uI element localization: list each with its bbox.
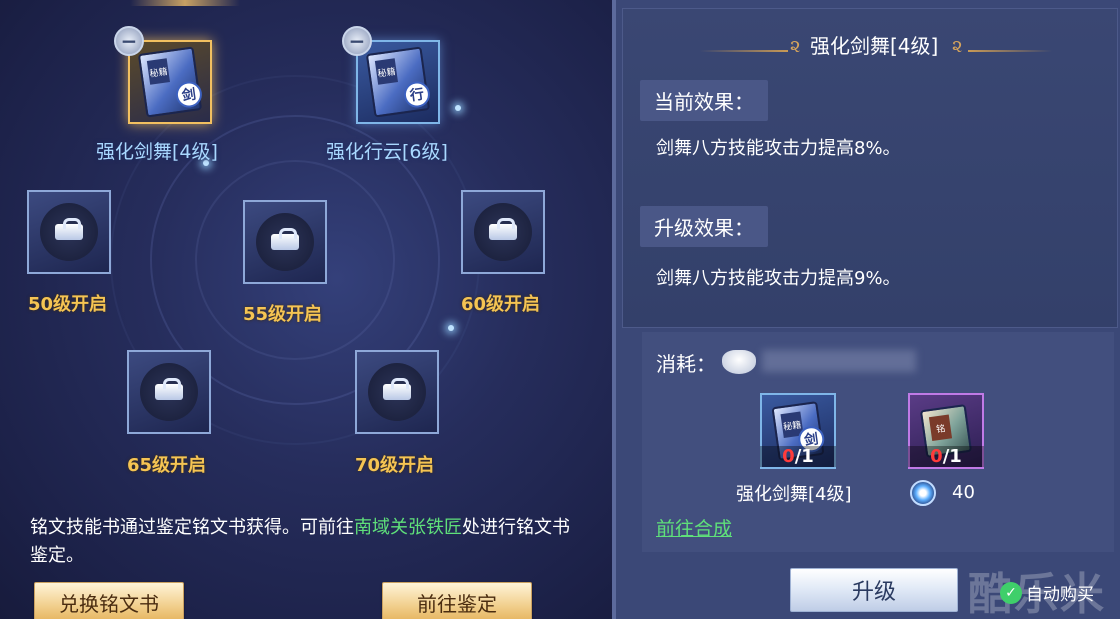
skill-book-icon: 秘籍 行 xyxy=(365,46,432,118)
owned-count: 0 xyxy=(782,446,795,467)
skill-frame: 秘籍 行 xyxy=(356,40,440,124)
cost-label: 消耗： xyxy=(656,352,716,376)
equipped-skill-slot-1[interactable]: 秘籍 剑 − xyxy=(114,26,212,124)
auto-buy-toggle[interactable]: ✓ 自动购买 xyxy=(1000,580,1094,605)
locked-slot-60[interactable] xyxy=(461,190,545,274)
book-tag: 秘籍 xyxy=(146,58,170,85)
rune-slots-panel: 秘籍 剑 − 强化剑舞[4级] 秘籍 行 − 强化行云[6级] 50级开启 55… xyxy=(0,0,612,619)
book-tag: 秘籍 xyxy=(374,58,398,85)
cost-item-skill-book[interactable]: 秘籍 剑 0/1 xyxy=(760,393,836,469)
panel-title: 强化剑舞[4级] xyxy=(810,34,939,58)
lock-circle xyxy=(140,363,198,421)
npc-link[interactable]: 南域关张铁匠 xyxy=(354,517,462,538)
desc-text-1: 铭文技能书通过鉴定铭文书获得。可前往 xyxy=(30,517,354,538)
goto-appraise-button[interactable]: 前往鉴定 xyxy=(382,582,532,619)
upgrade-button[interactable]: 升级 xyxy=(790,568,958,612)
lock-circle xyxy=(256,213,314,271)
scroll-ornament-left: ૨ xyxy=(790,36,801,57)
remove-icon[interactable]: − xyxy=(114,26,144,56)
cost-amount-obscured xyxy=(762,350,916,372)
exchange-rune-book-button[interactable]: 兑换铭文书 xyxy=(34,582,184,619)
top-ornament xyxy=(130,0,240,6)
book-tag: 铭 xyxy=(928,414,953,442)
sparkle xyxy=(448,325,454,331)
unlock-level-label: 55级开启 xyxy=(243,304,323,325)
lock-circle xyxy=(40,203,98,261)
required-count: /1 xyxy=(794,446,814,467)
spirit-orb-icon xyxy=(910,480,936,506)
check-icon: ✓ xyxy=(1000,581,1022,604)
scroll-ornament-right: ૨ xyxy=(952,36,963,57)
skill-book-icon: 秘籍 剑 xyxy=(137,46,204,118)
unlock-level-label: 60级开启 xyxy=(461,294,541,315)
lock-icon xyxy=(489,218,517,240)
current-effect-text: 剑舞八方技能攻击力提高8%。 xyxy=(656,138,901,159)
lock-circle xyxy=(368,363,426,421)
locked-slot-55[interactable] xyxy=(243,200,327,284)
book-glyph: 剑 xyxy=(174,79,204,110)
unlock-level-label: 65级开启 xyxy=(127,455,207,476)
equipped-skill-name-1: 强化剑舞[4级] xyxy=(96,141,218,163)
lock-icon xyxy=(55,218,83,240)
unlock-level-label: 50级开启 xyxy=(28,294,108,315)
upgrade-effect-text: 剑舞八方技能攻击力提高9%。 xyxy=(656,268,901,289)
title-divider-left xyxy=(700,50,788,52)
book-glyph: 行 xyxy=(402,79,432,110)
title-divider-right xyxy=(968,50,1052,52)
lock-icon xyxy=(383,378,411,400)
lock-icon xyxy=(271,228,299,250)
locked-slot-65[interactable] xyxy=(127,350,211,434)
goto-synthesis-link[interactable]: 前往合成 xyxy=(656,514,732,541)
required-count: /1 xyxy=(942,446,962,467)
lock-circle xyxy=(474,203,532,261)
cost-item-rune-material[interactable]: 铭 0/1 xyxy=(908,393,984,469)
equipped-skill-name-2: 强化行云[6级] xyxy=(326,141,448,163)
current-effect-label: 当前效果： xyxy=(640,80,768,121)
locked-slot-70[interactable] xyxy=(355,350,439,434)
locked-slot-50[interactable] xyxy=(27,190,111,274)
acquire-description: 铭文技能书通过鉴定铭文书获得。可前往南域关张铁匠处进行铭文书鉴定。 xyxy=(30,514,570,570)
equipped-skill-slot-2[interactable]: 秘籍 行 − xyxy=(342,26,440,124)
cost-item-name: 强化剑舞[4级] xyxy=(736,484,852,505)
remove-icon[interactable]: − xyxy=(342,26,372,56)
silver-ingot-icon xyxy=(722,350,756,374)
currency-amount: 40 xyxy=(952,482,975,503)
lock-icon xyxy=(155,378,183,400)
unlock-level-label: 70级开启 xyxy=(355,455,435,476)
sparkle xyxy=(455,105,461,111)
item-count: 0/1 xyxy=(760,446,836,467)
owned-count: 0 xyxy=(930,446,943,467)
item-count: 0/1 xyxy=(908,446,984,467)
upgrade-effect-label: 升级效果： xyxy=(640,206,768,247)
skill-frame: 秘籍 剑 xyxy=(128,40,212,124)
auto-buy-label: 自动购买 xyxy=(1026,585,1094,605)
